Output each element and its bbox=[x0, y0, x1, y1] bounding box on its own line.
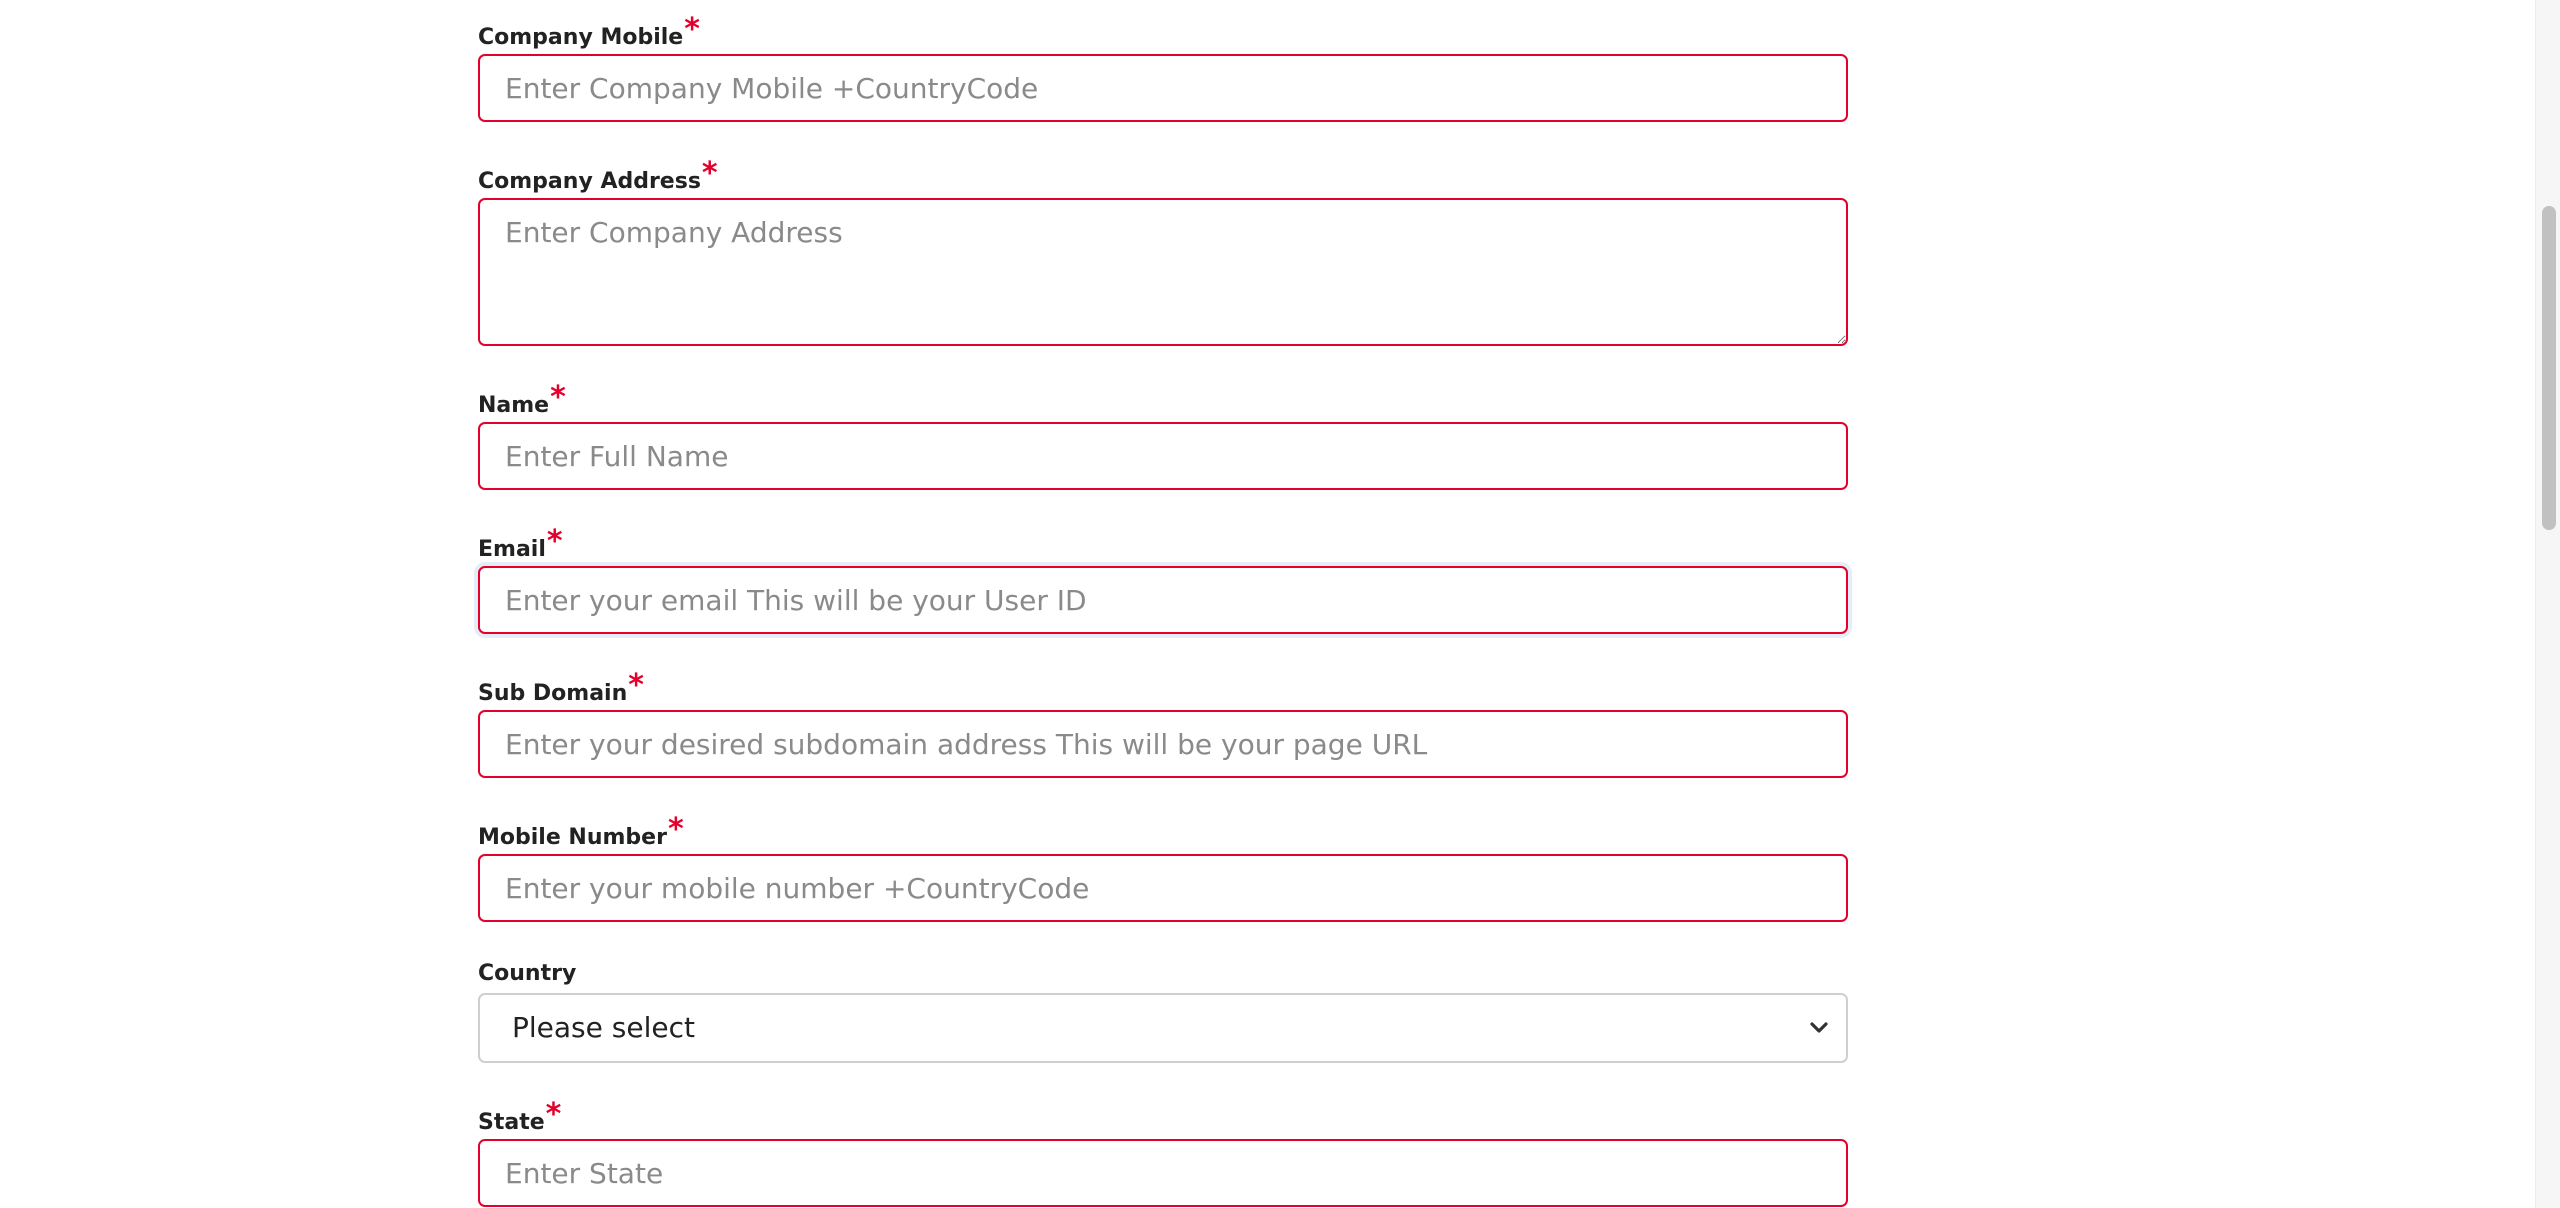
required-asterisk: * bbox=[684, 12, 700, 47]
company-address-field: Company Address* bbox=[478, 156, 1848, 346]
scrollbar-thumb[interactable] bbox=[2542, 206, 2556, 530]
mobile-number-label-text: Mobile Number bbox=[478, 825, 667, 850]
state-label-text: State bbox=[478, 1110, 545, 1135]
email-input[interactable] bbox=[478, 566, 1848, 634]
country-label-text: Country bbox=[478, 961, 577, 986]
country-select[interactable]: Please select bbox=[478, 993, 1848, 1063]
name-input[interactable] bbox=[478, 422, 1848, 490]
company-address-label-text: Company Address bbox=[478, 169, 701, 194]
company-mobile-input[interactable] bbox=[478, 54, 1848, 122]
required-asterisk: * bbox=[701, 156, 718, 191]
company-mobile-label-text: Company Mobile bbox=[478, 25, 684, 50]
email-field: Email* bbox=[478, 524, 1848, 634]
country-select-value: Please select bbox=[512, 1011, 695, 1044]
vertical-scrollbar[interactable] bbox=[2535, 0, 2560, 1208]
required-asterisk: * bbox=[628, 668, 644, 703]
mobile-number-input[interactable] bbox=[478, 854, 1848, 922]
name-label: Name* bbox=[478, 380, 1848, 422]
email-label: Email* bbox=[478, 524, 1848, 566]
email-label-text: Email bbox=[478, 537, 546, 562]
sub-domain-label: Sub Domain* bbox=[478, 668, 1848, 710]
mobile-number-label: Mobile Number* bbox=[478, 812, 1848, 854]
company-address-textarea[interactable] bbox=[478, 198, 1848, 346]
state-field: State* bbox=[478, 1097, 1848, 1207]
required-asterisk: * bbox=[667, 812, 684, 847]
sub-domain-label-text: Sub Domain bbox=[478, 681, 628, 706]
company-mobile-label: Company Mobile* bbox=[478, 12, 1848, 54]
country-field: Country Please select bbox=[478, 955, 1848, 1063]
mobile-number-field: Mobile Number* bbox=[478, 812, 1848, 922]
sub-domain-input[interactable] bbox=[478, 710, 1848, 778]
required-asterisk: * bbox=[546, 524, 563, 559]
name-field: Name* bbox=[478, 380, 1848, 490]
registration-page: Company Mobile* Company Address* Name* E… bbox=[0, 0, 2560, 1208]
chevron-down-icon bbox=[1810, 1022, 1828, 1033]
name-label-text: Name bbox=[478, 393, 550, 418]
state-input[interactable] bbox=[478, 1139, 1848, 1207]
state-label: State* bbox=[478, 1097, 1848, 1139]
required-asterisk: * bbox=[550, 380, 566, 415]
sub-domain-field: Sub Domain* bbox=[478, 668, 1848, 778]
country-label: Country bbox=[478, 955, 1848, 993]
company-mobile-field: Company Mobile* bbox=[478, 12, 1848, 122]
required-asterisk: * bbox=[545, 1097, 562, 1132]
company-address-label: Company Address* bbox=[478, 156, 1848, 198]
